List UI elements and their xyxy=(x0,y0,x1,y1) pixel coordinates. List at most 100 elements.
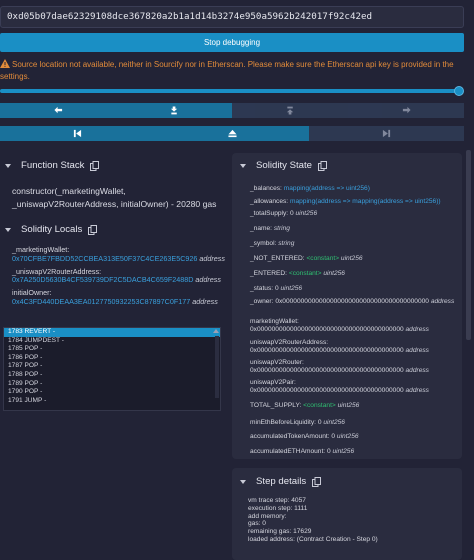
copy-icon[interactable] xyxy=(88,224,98,235)
step-detail-line: add memory: xyxy=(248,512,287,520)
opcode-scrollbar[interactable] xyxy=(215,336,219,398)
opcode-item[interactable]: 1787 POP - xyxy=(4,362,220,371)
solidity-locals-header[interactable]: Solidity Locals xyxy=(5,224,98,235)
state-variable: _allowances: mapping(address => mapping(… xyxy=(250,198,462,206)
state-value: 0x00000000000000000000000000000000000000… xyxy=(250,347,404,354)
state-type: address xyxy=(430,298,455,305)
state-value: 0x00000000000000000000000000000000000000… xyxy=(275,298,429,305)
chevron-down-icon xyxy=(240,479,246,484)
chevron-down-icon xyxy=(5,227,11,232)
state-type: uint256 xyxy=(295,210,318,217)
opcode-item[interactable]: 1791 JUMP - xyxy=(4,397,220,406)
local-variable: _uniswapV2RouterAddress: 0x7A250D5630B4C… xyxy=(12,267,226,286)
jump-out-button[interactable] xyxy=(154,126,310,141)
step-slider-track[interactable] xyxy=(0,89,460,93)
state-type: uint256 xyxy=(323,270,345,277)
step-detail-line: remaining gas: 17629 xyxy=(248,528,312,536)
jump-out-icon xyxy=(227,129,237,138)
solidity-locals-title: Solidity Locals xyxy=(21,224,83,235)
function-stack-header[interactable]: Function Stack xyxy=(5,160,100,171)
state-variable: _NOT_ENTERED: <constant> uint256 xyxy=(250,255,462,263)
state-variable: marketingWallet: 0x000000000000000000000… xyxy=(250,318,462,334)
local-value: 0x70CFBE7FBDD52CCBEA313E50F37C4CE263E5C9… xyxy=(12,253,198,263)
state-type: address xyxy=(405,367,429,374)
state-value: 0x00000000000000000000000000000000000000… xyxy=(250,387,404,394)
state-type: uint256 xyxy=(332,448,355,455)
chevron-down-icon xyxy=(5,163,11,168)
panel-scrollbar[interactable] xyxy=(466,150,471,340)
step-detail-line: loaded address: (Contract Creation - Ste… xyxy=(248,535,378,543)
opcode-item[interactable]: 1785 POP - xyxy=(4,345,220,354)
opcode-item[interactable]: 1788 POP - xyxy=(4,371,220,380)
state-name: _NOT_ENTERED: xyxy=(250,255,305,262)
step-back-button[interactable] xyxy=(0,103,116,118)
step-into-button[interactable] xyxy=(116,103,232,118)
state-value: mapping(address => mapping(address => ui… xyxy=(289,198,441,205)
solidity-locals-list: _marketingWallet: 0x70CFBE7FBDD52CCBEA31… xyxy=(12,245,226,311)
jump-next-breakpoint-button[interactable] xyxy=(309,126,465,141)
step-into-icon xyxy=(170,106,177,115)
state-name: _ENTERED: xyxy=(250,270,288,277)
state-value: 0x00000000000000000000000000000000000000… xyxy=(250,326,404,333)
source-warning: Source location not available, neither i… xyxy=(0,59,464,82)
state-variable: _owner: 0x000000000000000000000000000000… xyxy=(250,298,462,306)
scroll-up-arrow-icon[interactable] xyxy=(213,329,219,333)
state-variable: _ENTERED: <constant> uint256 xyxy=(250,270,462,278)
warning-icon xyxy=(0,59,10,68)
state-type: string xyxy=(278,240,295,247)
state-variable: accumulatedTokenAmount: 0 uint256 xyxy=(250,433,462,441)
state-type: address xyxy=(405,326,429,333)
step-over-back-button[interactable] xyxy=(232,103,348,118)
jump-previous-breakpoint-button[interactable] xyxy=(0,126,155,141)
step-navigation-row xyxy=(0,103,464,118)
state-variable: accumulatedETHAmount: 0 uint256 xyxy=(250,448,462,456)
step-detail-line: gas: 0 xyxy=(248,520,266,528)
local-variable: _marketingWallet: 0x70CFBE7FBDD52CCBEA31… xyxy=(12,245,226,264)
state-variable: _totalSupply: 0 uint256 xyxy=(250,210,462,218)
state-value: 0 xyxy=(317,419,322,426)
step-details-header[interactable]: Step details xyxy=(240,476,322,487)
state-name: _owner: xyxy=(250,298,274,305)
state-name: accumulatedETHAmount: xyxy=(250,448,326,455)
function-stack-entry[interactable]: constructor(_marketingWallet, _uniswapV2… xyxy=(12,185,227,211)
stop-debugging-button[interactable]: Stop debugging xyxy=(0,33,464,52)
copy-icon[interactable] xyxy=(90,160,100,171)
state-value: 0 xyxy=(289,210,294,217)
copy-icon[interactable] xyxy=(312,476,322,487)
local-variable: initialOwner: 0x4C3FD440DEAA3EA012775093… xyxy=(12,288,226,307)
step-over-forward-button[interactable] xyxy=(348,103,464,118)
local-value: 0x7A250D5630B4CF539739DF2C5DACB4C659F248… xyxy=(12,275,194,285)
state-type: string xyxy=(273,225,290,232)
state-type: uint256 xyxy=(280,285,303,292)
local-type: address xyxy=(192,296,218,306)
state-value: 0 xyxy=(274,285,279,292)
state-name: uniswapV2Router: xyxy=(250,359,304,366)
state-type: uint256 xyxy=(336,433,359,440)
opcode-item[interactable]: 1789 POP - xyxy=(4,380,220,389)
copy-icon[interactable] xyxy=(318,160,327,171)
state-variable: _symbol: string xyxy=(250,240,462,248)
state-variable: minEthBeforeLiquidity: 0 uint256 xyxy=(250,419,462,427)
state-type: uint256 xyxy=(337,402,360,409)
state-value: 0 xyxy=(331,433,336,440)
step-slider-thumb[interactable] xyxy=(454,86,464,96)
state-value: 0 xyxy=(326,448,331,455)
state-value: <constant> xyxy=(303,402,336,409)
solidity-state-title: Solidity State xyxy=(256,160,312,171)
chevron-down-icon xyxy=(240,163,246,168)
solidity-state-header[interactable]: Solidity State xyxy=(240,160,327,171)
step-details-list: vm trace step: 4057 execution step: 1111… xyxy=(248,497,378,544)
opcode-item[interactable]: 1790 POP - xyxy=(4,388,220,397)
state-name: _name: xyxy=(250,225,272,232)
state-value: mapping(address => uint256) xyxy=(283,185,370,192)
transaction-hash-input[interactable]: 0xd05b07dae62329108dce367820a2b1a1d14b32… xyxy=(0,6,464,28)
opcode-list[interactable]: 1783 REVERT - 1784 JUMPDEST - 1785 POP -… xyxy=(3,327,221,411)
state-variable: uniswapV2RouterAddress: 0x00000000000000… xyxy=(250,339,462,355)
state-variable: _balances: mapping(address => uint256) xyxy=(250,185,462,193)
opcode-item[interactable]: 1786 POP - xyxy=(4,354,220,363)
jump-previous-breakpoint-icon xyxy=(73,129,81,138)
state-variable: uniswapV2Router: 0x000000000000000000000… xyxy=(250,359,462,375)
opcode-item-selected[interactable]: 1783 REVERT - xyxy=(4,328,220,337)
opcode-item[interactable]: 1784 JUMPDEST - xyxy=(4,337,220,346)
function-stack-title: Function Stack xyxy=(21,160,85,171)
